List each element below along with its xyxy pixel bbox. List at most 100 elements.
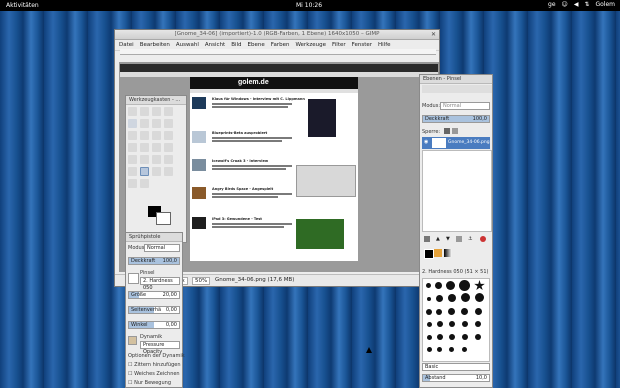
- dynamics-icon[interactable]: [128, 336, 137, 345]
- toolbox-window: Werkzeugkasten - ...: [125, 95, 187, 243]
- checkbox-smooth[interactable]: ☐ Weiches Zeichnen: [128, 371, 180, 377]
- foreground-select-tool-icon[interactable]: [152, 119, 161, 128]
- ellipse-select-tool-icon[interactable]: [140, 107, 149, 116]
- menu-ansicht[interactable]: Ansicht: [205, 41, 225, 49]
- rotate-tool-icon[interactable]: [152, 143, 161, 152]
- menu-farben[interactable]: Farben: [271, 41, 290, 49]
- bucket-fill-tool-icon[interactable]: [128, 155, 137, 164]
- clock[interactable]: Mi 10:26: [296, 2, 322, 9]
- system-tray: ge ☺ ◀ ⇅ Golem: [548, 1, 615, 8]
- select-by-color-tool-icon[interactable]: [128, 119, 137, 128]
- background-color-swatch[interactable]: [156, 212, 171, 225]
- layer-name[interactable]: Gnome_34-06.png: [448, 140, 490, 145]
- window-titlebar[interactable]: [Gnome_34-06] (importiert)-1.0 (RGB-Farb…: [115, 30, 439, 40]
- color-tab-strip: [422, 247, 490, 259]
- tool-options-panel: Sprühpistole Modus: Normal Deckkraft 100…: [125, 232, 185, 388]
- brush-label: Pinsel: [140, 270, 155, 276]
- scale-tool-icon[interactable]: [164, 143, 173, 152]
- measure-tool-icon[interactable]: [152, 131, 161, 140]
- gradient-icon[interactable]: [444, 249, 452, 257]
- menu-bild[interactable]: Bild: [231, 41, 241, 49]
- brush-tag-select[interactable]: Basic: [422, 363, 490, 371]
- window-title: [Gnome_34-06] (importiert)-1.0 (RGB-Farb…: [174, 31, 380, 37]
- duplicate-layer-icon[interactable]: [456, 236, 462, 242]
- layer-mode-select[interactable]: Normal: [440, 102, 490, 110]
- eraser-tool-icon[interactable]: [128, 167, 137, 176]
- blend-tool-icon[interactable]: [140, 155, 149, 164]
- fg-bg-colors-icon[interactable]: [424, 249, 434, 259]
- close-icon[interactable]: ✕: [431, 30, 436, 39]
- article-title: Angry Birds Space - Angespielt: [212, 187, 274, 191]
- paths-tool-icon[interactable]: [164, 119, 173, 128]
- text-tool-icon[interactable]: [128, 179, 137, 188]
- scissors-tool-icon[interactable]: [140, 119, 149, 128]
- brush-select[interactable]: 2. Hardness 050: [140, 277, 180, 291]
- layer-action-buttons: ▲ ▼ ⚓: [422, 235, 490, 243]
- checkbox-jitter[interactable]: ☐ Zittern hinzufügen: [128, 362, 180, 368]
- align-tool-icon[interactable]: [128, 143, 137, 152]
- dodge-burn-tool-icon[interactable]: [140, 179, 149, 188]
- layer-row[interactable]: ◉ Gnome_34-06.png: [422, 137, 490, 149]
- layers-dock-title[interactable]: Ebenen - Pinsel: [420, 75, 492, 84]
- menu-auswahl[interactable]: Auswahl: [176, 41, 199, 49]
- fuzzy-select-tool-icon[interactable]: [164, 107, 173, 116]
- volume-icon[interactable]: ◀: [574, 1, 579, 8]
- lock-alpha-icon[interactable]: [452, 128, 458, 134]
- canvas-webpage: golem.de Klaus für Windows - Interview m…: [190, 77, 358, 261]
- pattern-icon[interactable]: [434, 249, 442, 257]
- paintbrush-tool-icon[interactable]: [164, 155, 173, 164]
- aspect-ratio-slider[interactable]: Seitenverhä 0,00: [128, 306, 180, 314]
- move-tool-icon[interactable]: [164, 131, 173, 140]
- tool-options-title: Sprühpistole: [126, 233, 182, 242]
- toolbox-title[interactable]: Werkzeugkasten - ...: [126, 96, 186, 105]
- dynamics-select[interactable]: Pressure Opacity: [140, 341, 180, 355]
- menu-datei[interactable]: Datei: [119, 41, 134, 49]
- dynamics-options-expander[interactable]: Optionen der Dynamik: [128, 353, 185, 359]
- visibility-eye-icon[interactable]: ◉: [424, 139, 428, 145]
- rect-select-tool-icon[interactable]: [128, 107, 137, 116]
- horizontal-ruler[interactable]: [120, 49, 436, 55]
- menu-hilfe[interactable]: Hilfe: [378, 41, 391, 49]
- crop-tool-icon[interactable]: [140, 143, 149, 152]
- color-picker-tool-icon[interactable]: [128, 131, 137, 140]
- article-title: Klaus für Windows - Interview mit C. Lip…: [212, 97, 305, 101]
- delete-layer-icon[interactable]: [480, 236, 486, 242]
- mode-select[interactable]: Normal: [144, 244, 180, 252]
- angle-slider[interactable]: Winkel 0,00: [128, 321, 180, 329]
- menu-werkzeuge[interactable]: Werkzeuge: [295, 41, 326, 49]
- user-menu[interactable]: Golem: [595, 1, 615, 8]
- size-slider[interactable]: Größe 20,00: [128, 291, 180, 299]
- lock-pixels-icon[interactable]: [444, 128, 450, 134]
- pencil-tool-icon[interactable]: [152, 155, 161, 164]
- menu-bearbeiten[interactable]: Bearbeiten: [140, 41, 170, 49]
- zoom-select[interactable]: 50%: [192, 277, 211, 285]
- menu-filter[interactable]: Filter: [332, 41, 346, 49]
- menu-fenster[interactable]: Fenster: [352, 41, 372, 49]
- layers-list-area: [422, 150, 492, 232]
- accessibility-icon[interactable]: ☺: [562, 1, 568, 8]
- airbrush-tool-icon[interactable]: [140, 167, 149, 176]
- smudge-tool-icon[interactable]: [164, 167, 173, 176]
- layer-thumbnail: [432, 138, 446, 148]
- free-select-tool-icon[interactable]: [152, 107, 161, 116]
- brush-grid[interactable]: [422, 278, 490, 362]
- keyboard-layout-indicator[interactable]: ge: [548, 1, 556, 8]
- clone-tool-icon[interactable]: [152, 167, 161, 176]
- brush-name-label: 2. Hardness 050 (51 × 51): [422, 269, 489, 275]
- opacity-slider[interactable]: Deckkraft 100,0: [128, 257, 180, 265]
- article-title: Icewolf's Croak 3 - Interview: [212, 159, 269, 163]
- new-layer-icon[interactable]: [424, 236, 430, 242]
- menu-ebene[interactable]: Ebene: [248, 41, 265, 49]
- sidebar-image-game: [296, 219, 344, 249]
- activities-button[interactable]: Aktivitäten: [6, 2, 39, 9]
- lower-layer-icon[interactable]: ▼: [446, 236, 450, 242]
- brush-preview-icon[interactable]: [128, 273, 139, 284]
- layer-opacity-slider[interactable]: Deckkraft 100,0: [422, 115, 490, 123]
- sidebar-image-dialog: [296, 165, 356, 197]
- zoom-tool-icon[interactable]: [140, 131, 149, 140]
- network-icon[interactable]: ⇅: [584, 1, 589, 8]
- brush-spacing-slider[interactable]: Abstand 10,0: [422, 374, 490, 382]
- checkbox-motion-only[interactable]: ☐ Nur Bewegung: [128, 380, 171, 386]
- raise-layer-icon[interactable]: ▲: [436, 236, 440, 242]
- anchor-layer-icon[interactable]: ⚓: [468, 236, 472, 242]
